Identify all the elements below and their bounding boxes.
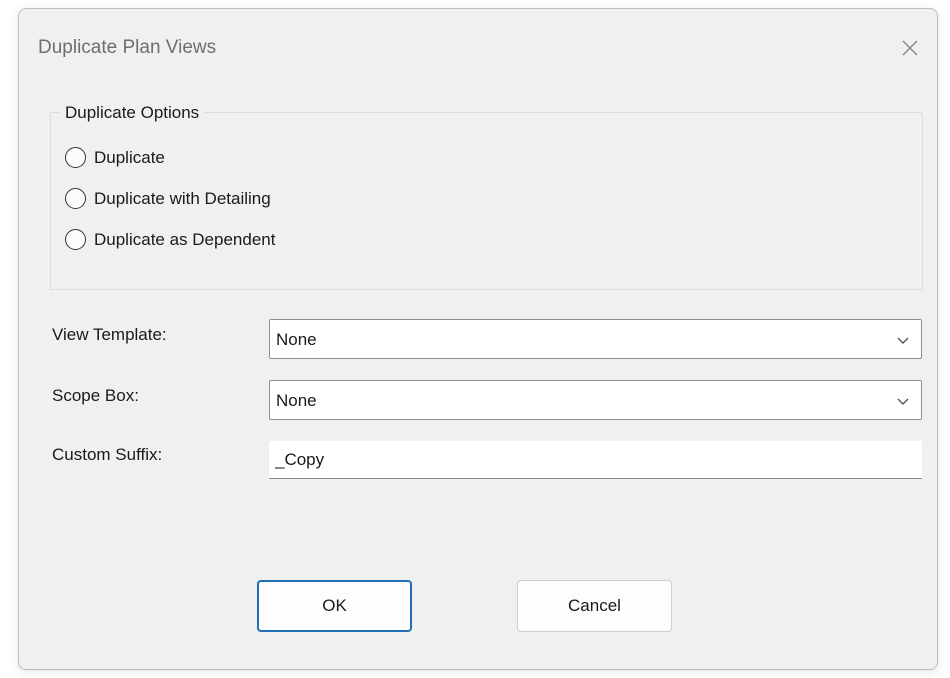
screen: Duplicate Plan Views Duplicate Options D… bbox=[0, 0, 950, 678]
custom-suffix-input[interactable] bbox=[269, 441, 922, 479]
close-button[interactable] bbox=[895, 33, 925, 63]
custom-suffix-label: Custom Suffix: bbox=[52, 445, 163, 464]
chevron-down-icon bbox=[897, 398, 909, 405]
duplicate-plan-views-dialog: Duplicate Plan Views Duplicate Options D… bbox=[18, 8, 938, 670]
radio-duplicate-with-detailing[interactable]: Duplicate with Detailing bbox=[65, 188, 271, 209]
title-bar: Duplicate Plan Views bbox=[19, 9, 937, 83]
radio-button-duplicate-with-detailing[interactable] bbox=[65, 188, 86, 209]
duplicate-options-legend: Duplicate Options bbox=[59, 103, 206, 123]
radio-label-duplicate: Duplicate bbox=[94, 147, 165, 167]
scope-box-value: None bbox=[276, 391, 317, 410]
ok-button[interactable]: OK bbox=[257, 580, 412, 632]
radio-duplicate-as-dependent[interactable]: Duplicate as Dependent bbox=[65, 229, 275, 250]
radio-label-duplicate-with-detailing: Duplicate with Detailing bbox=[94, 188, 271, 208]
scope-box-select[interactable]: None bbox=[269, 380, 922, 420]
scope-box-label: Scope Box: bbox=[52, 386, 139, 405]
radio-label-duplicate-as-dependent: Duplicate as Dependent bbox=[94, 229, 276, 249]
radio-button-duplicate[interactable] bbox=[65, 147, 86, 168]
dialog-title: Duplicate Plan Views bbox=[38, 37, 217, 58]
cancel-button[interactable]: Cancel bbox=[517, 580, 672, 632]
view-template-select[interactable]: None bbox=[269, 319, 922, 359]
radio-button-duplicate-as-dependent[interactable] bbox=[65, 229, 86, 250]
chevron-down-icon bbox=[897, 337, 909, 344]
view-template-label: View Template: bbox=[52, 325, 167, 344]
view-template-value: None bbox=[276, 330, 317, 349]
radio-duplicate[interactable]: Duplicate bbox=[65, 147, 165, 168]
close-icon bbox=[902, 40, 918, 56]
